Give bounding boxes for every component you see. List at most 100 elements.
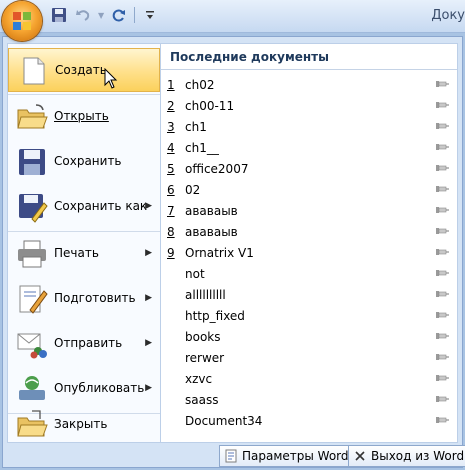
pin-icon[interactable] [435,205,449,215]
pin-icon[interactable] [435,79,449,89]
save-icon [19,149,45,175]
recent-document-name: saass [185,392,219,407]
pin-icon[interactable] [435,310,449,320]
title-bar: ▼ Доку [0,0,465,33]
pin-icon[interactable] [435,289,449,299]
recent-document-name: ch02 [185,77,215,92]
menu-item-label: Открыть [54,109,109,123]
customize-icon [146,11,155,19]
office-menu: Создать Открыть Сохранить Сохранить как … [2,36,465,468]
qat-redo-button[interactable] [110,6,128,24]
recent-document-item[interactable]: books [167,326,451,347]
recent-document-name: office2007 [185,161,249,176]
recent-document-name: ch1 [185,119,207,134]
menu-item-open[interactable]: Открыть [8,95,160,139]
options-icon [224,449,238,463]
pin-icon[interactable] [435,163,449,173]
recent-document-item[interactable]: 1 ch02 [167,74,451,95]
exit-word-button[interactable]: Выход из Word [348,445,465,467]
recent-documents-pane: Последние документы 1 ch02 2 ch00-11 3 ch1 4 ch… [161,43,458,443]
menu-item-label: Отправить [54,336,123,350]
word-options-button[interactable]: Параметры Word [219,445,355,467]
recent-document-item[interactable]: 2 ch00-11 [167,95,451,116]
menu-item-send[interactable]: Отправить ▶ [8,322,160,366]
menu-item-close[interactable]: Закрыть [8,403,160,447]
save-icon [52,8,66,22]
menu-item-label: Закрыть [54,417,108,431]
recent-document-item[interactable]: 7 ававаыв [167,200,451,221]
recent-document-number: 9 [167,245,175,260]
undo-dropdown-icon[interactable]: ▼ [98,11,104,20]
menu-item-new[interactable]: Создать [8,48,160,92]
recent-documents-header: Последние документы [161,44,457,70]
qat-save-button[interactable] [50,6,68,24]
pin-icon[interactable] [435,352,449,362]
pin-icon[interactable] [435,142,449,152]
recent-document-number: 5 [167,161,175,176]
recent-document-item[interactable]: xzvc [167,368,451,389]
menu-item-label: Опубликовать [54,381,145,395]
close-document-icon [17,410,48,437]
undo-icon [76,10,90,21]
recent-document-item[interactable]: 4 ch1__ [167,137,451,158]
recent-document-item[interactable]: 8 ававаыв [167,221,451,242]
menu-item-save-as[interactable]: Сохранить как ▶ [8,185,160,229]
recent-document-number: 1 [167,77,175,92]
recent-document-number: 8 [167,224,175,239]
send-icon [17,333,47,359]
recent-document-name: Document34 [185,413,263,428]
menu-item-prepare[interactable]: Подготовить ▶ [8,277,160,321]
recent-document-item[interactable]: not [167,263,451,284]
recent-document-name: books [185,329,221,344]
commands-pane: Создать Открыть Сохранить Сохранить как … [7,43,161,443]
recent-document-name: ававаыв [185,224,238,239]
menu-item-label: Подготовить [54,291,136,305]
submenu-arrow-icon: ▶ [145,383,152,393]
recent-document-name: not [185,266,205,281]
pin-icon[interactable] [435,184,449,194]
pin-icon[interactable] [435,394,449,404]
pin-icon[interactable] [435,247,449,257]
word-options-label: Параметры Word [242,449,349,463]
open-folder-icon [17,104,48,129]
recent-document-name: ававаыв [185,203,238,218]
mouse-cursor-icon [104,68,118,89]
submenu-arrow-icon: ▶ [145,248,152,258]
new-document-icon [23,57,45,85]
recent-document-item[interactable]: 5 office2007 [167,158,451,179]
recent-document-item[interactable]: 6 02 [167,179,451,200]
close-icon [353,449,367,463]
menu-item-label: Сохранить [54,154,122,168]
customize-qat-button[interactable] [141,6,159,24]
recent-document-item[interactable]: 9 Ornatrix V1 [167,242,451,263]
recent-document-number: 2 [167,98,175,113]
recent-document-name: Ornatrix V1 [185,245,254,260]
pin-icon[interactable] [435,226,449,236]
pin-icon[interactable] [435,415,449,425]
menu-item-print[interactable]: Печать ▶ [8,232,160,276]
pin-icon[interactable] [435,268,449,278]
pin-icon[interactable] [435,100,449,110]
recent-document-item[interactable]: saass [167,389,451,410]
recent-document-number: 7 [167,203,175,218]
recent-document-item[interactable]: Document34 [167,410,451,431]
recent-document-name: 02 [185,182,201,197]
qat-separator [134,7,136,23]
office-button[interactable] [2,1,42,41]
recent-document-name: rerwer [185,350,225,365]
recent-document-item[interactable]: rerwer [167,347,451,368]
recent-document-number: 3 [167,119,175,134]
quick-access-toolbar: ▼ [50,6,159,24]
pin-icon[interactable] [435,373,449,383]
pin-icon[interactable] [435,121,449,131]
save-as-icon [19,194,48,223]
recent-document-item[interactable]: 3 ch1 [167,116,451,137]
menu-item-save[interactable]: Сохранить [8,140,160,184]
qat-undo-button[interactable] [74,6,92,24]
recent-document-item[interactable]: allllllllll [167,284,451,305]
printer-icon [18,240,46,268]
recent-document-item[interactable]: http_fixed [167,305,451,326]
pin-icon[interactable] [435,331,449,341]
prepare-icon [19,285,48,314]
menu-item-label: Создать [55,63,107,77]
